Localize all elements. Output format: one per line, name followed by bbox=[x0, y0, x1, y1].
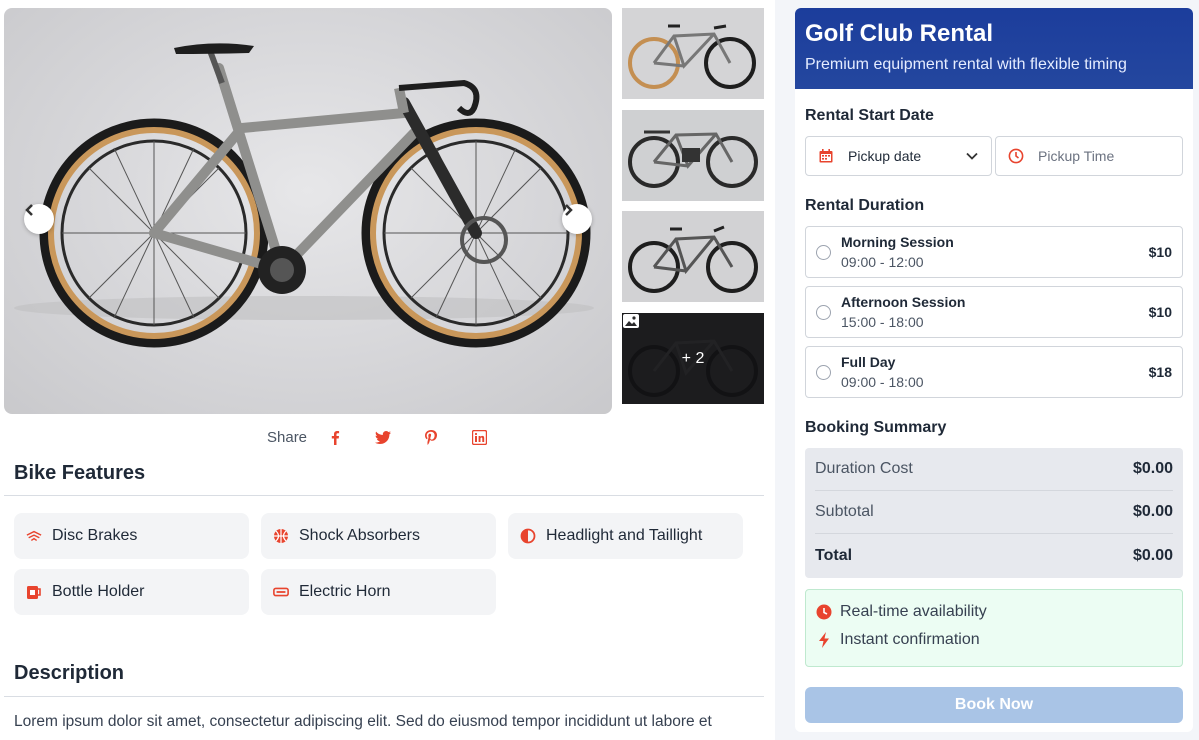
share-label: Share bbox=[267, 428, 308, 446]
option-time: 15:00 - 18:00 bbox=[841, 314, 924, 330]
summary-label: Duration Cost bbox=[815, 460, 913, 477]
option-time: 09:00 - 12:00 bbox=[841, 254, 924, 270]
main-bike-photo[interactable] bbox=[4, 8, 612, 414]
info-text: Real-time availability bbox=[840, 603, 987, 620]
pickup-time-input[interactable]: Pickup Time bbox=[995, 136, 1183, 176]
facebook-icon[interactable] bbox=[327, 429, 343, 445]
gallery-more-thumbnail[interactable]: + 2 bbox=[622, 313, 764, 404]
calendar-icon bbox=[818, 148, 834, 164]
info-realtime: Real-time availability bbox=[816, 598, 1172, 626]
shock-icon bbox=[273, 528, 289, 544]
summary-label: Total bbox=[815, 546, 853, 564]
gallery-thumbnail[interactable] bbox=[622, 211, 764, 302]
description-divider bbox=[4, 696, 764, 697]
bike-thumbnail-image bbox=[628, 225, 758, 293]
features-divider bbox=[4, 495, 764, 496]
feature-label: Electric Horn bbox=[299, 583, 391, 600]
summary-value: $0.00 bbox=[1132, 546, 1173, 564]
chevron-left-icon bbox=[25, 204, 33, 216]
feature-shock-absorbers: Shock Absorbers bbox=[261, 513, 496, 559]
clock-icon bbox=[1008, 148, 1024, 164]
pickup-time-placeholder: Pickup Time bbox=[1038, 148, 1115, 164]
linkedin-icon[interactable] bbox=[471, 429, 487, 445]
feature-label: Headlight and Taillight bbox=[546, 527, 703, 544]
booking-info-box: Real-time availability Instant confirmat… bbox=[805, 589, 1183, 667]
image-icon bbox=[623, 314, 639, 328]
panel-title: Golf Club Rental bbox=[805, 20, 993, 47]
bike-thumbnail-image bbox=[628, 130, 758, 188]
disc-brakes-icon bbox=[26, 528, 42, 544]
chevron-down-icon bbox=[966, 152, 978, 160]
duration-option-morning[interactable]: Morning Session 09:00 - 12:00 $10 bbox=[805, 226, 1183, 278]
feature-headlight: Headlight and Taillight bbox=[508, 513, 743, 559]
bike-illustration bbox=[14, 43, 594, 348]
option-name: Afternoon Session bbox=[841, 294, 966, 310]
feature-label: Bottle Holder bbox=[52, 583, 145, 600]
horn-icon bbox=[273, 584, 289, 600]
option-price: $18 bbox=[1148, 364, 1172, 380]
panel-subtitle: Premium equipment rental with flexible t… bbox=[805, 56, 1127, 73]
summary-row-total: Total $0.00 bbox=[815, 534, 1173, 577]
pinterest-icon[interactable] bbox=[423, 429, 439, 445]
rental-start-label: Rental Start Date bbox=[805, 107, 934, 124]
pickup-date-select[interactable]: Pickup date bbox=[805, 136, 992, 176]
more-images-overlay: + 2 bbox=[622, 313, 764, 404]
summary-value: $0.00 bbox=[1132, 460, 1173, 477]
share-bar: Share bbox=[267, 427, 519, 447]
duration-option-full-day[interactable]: Full Day 09:00 - 18:00 $18 bbox=[805, 346, 1183, 398]
option-name: Morning Session bbox=[841, 234, 954, 250]
feature-electric-horn: Electric Horn bbox=[261, 569, 496, 615]
gallery-thumbnail[interactable] bbox=[622, 8, 764, 99]
pickup-date-value: Pickup date bbox=[848, 148, 922, 164]
feature-label: Shock Absorbers bbox=[299, 527, 420, 544]
duration-option-afternoon[interactable]: Afternoon Session 15:00 - 18:00 $10 bbox=[805, 286, 1183, 338]
summary-row-duration-cost: Duration Cost $0.00 bbox=[815, 448, 1173, 491]
gallery-thumbnail[interactable] bbox=[622, 110, 764, 201]
description-title: Description bbox=[14, 662, 125, 684]
book-now-button[interactable]: Book Now bbox=[805, 687, 1183, 723]
info-instant: Instant confirmation bbox=[816, 626, 1172, 654]
rental-duration-label: Rental Duration bbox=[805, 197, 925, 214]
panel-header: Golf Club Rental Premium equipment renta… bbox=[795, 8, 1193, 89]
clock-icon bbox=[816, 604, 832, 620]
gallery-prev-button[interactable] bbox=[24, 204, 54, 234]
info-text: Instant confirmation bbox=[840, 631, 980, 648]
features-title: Bike Features bbox=[14, 462, 146, 484]
description-text: Lorem ipsum dolor sit amet, consectetur … bbox=[14, 713, 712, 730]
radio-button[interactable] bbox=[816, 365, 831, 380]
rental-panel: Golf Club Rental Premium equipment renta… bbox=[795, 8, 1193, 732]
twitter-icon[interactable] bbox=[375, 429, 392, 445]
bike-thumbnail-image bbox=[628, 24, 756, 89]
gallery-next-button[interactable] bbox=[562, 204, 592, 234]
light-icon bbox=[520, 528, 536, 544]
booking-summary: Duration Cost $0.00 Subtotal $0.00 Total… bbox=[805, 448, 1183, 578]
option-price: $10 bbox=[1148, 244, 1172, 260]
summary-label: Subtotal bbox=[815, 503, 874, 520]
feature-bottle-holder: Bottle Holder bbox=[14, 569, 249, 615]
booking-summary-label: Booking Summary bbox=[805, 419, 947, 436]
lightning-icon bbox=[816, 632, 832, 648]
feature-label: Disc Brakes bbox=[52, 527, 138, 544]
chevron-right-icon bbox=[565, 204, 573, 216]
radio-button[interactable] bbox=[816, 245, 831, 260]
bottle-icon bbox=[26, 584, 42, 600]
option-time: 09:00 - 18:00 bbox=[841, 374, 924, 390]
option-name: Full Day bbox=[841, 354, 896, 370]
radio-button[interactable] bbox=[816, 305, 831, 320]
product-column: + 2 Share Bike Features Disc Brakes Shoc… bbox=[0, 0, 775, 740]
feature-disc-brakes: Disc Brakes bbox=[14, 513, 249, 559]
summary-value: $0.00 bbox=[1132, 503, 1173, 520]
option-price: $10 bbox=[1148, 304, 1172, 320]
summary-row-subtotal: Subtotal $0.00 bbox=[815, 491, 1173, 534]
more-images-count: + 2 bbox=[681, 349, 705, 367]
